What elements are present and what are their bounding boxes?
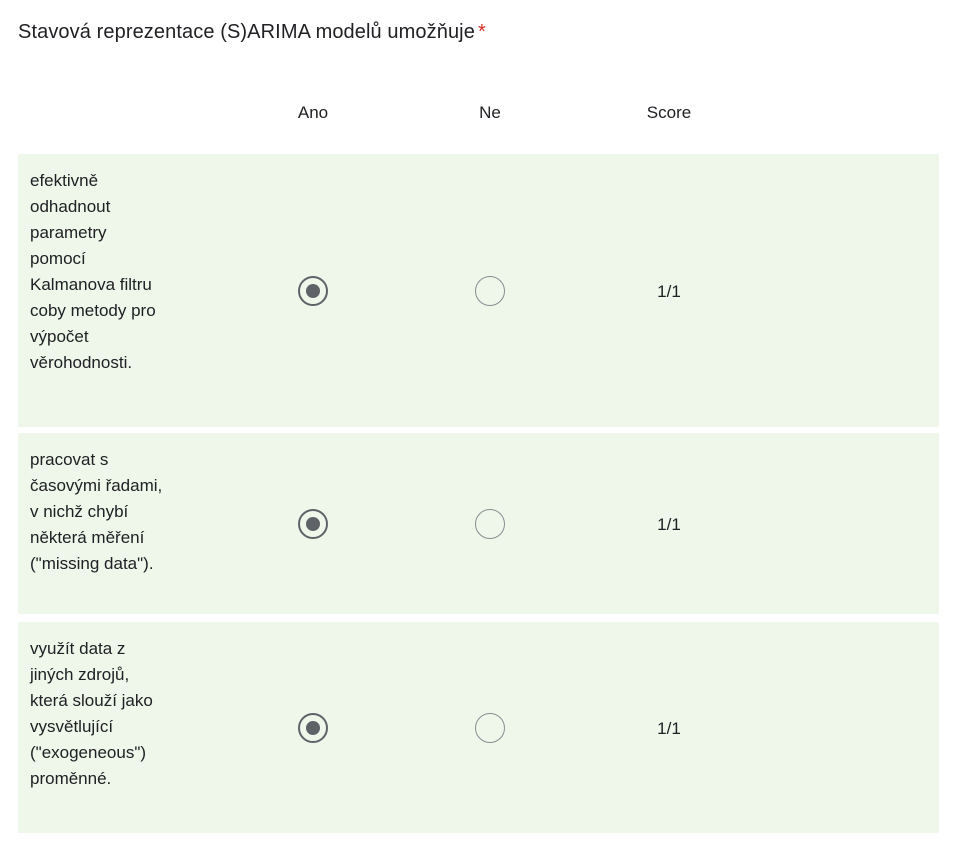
question-text: Stavová reprezentace (S)ARIMA modelů umo…: [18, 21, 475, 43]
row-score: 1/1: [657, 515, 681, 534]
row-score: 1/1: [657, 282, 681, 301]
radio-selected-dot: [306, 284, 320, 298]
radio-ano[interactable]: [298, 509, 328, 539]
column-header-score: Score: [646, 103, 692, 122]
row-label: efektivně odhadnout parametry pomocí Kal…: [30, 171, 156, 372]
radio-ne[interactable]: [475, 713, 505, 743]
grid-row: efektivně odhadnout parametry pomocí Kal…: [18, 154, 939, 427]
column-header-ne: Ne: [479, 103, 501, 122]
radio-ne[interactable]: [475, 509, 505, 539]
grid-row: využít data z jiných zdrojů, která slouž…: [18, 622, 939, 833]
grid-row: pracovat s časovými řadami, v nichž chyb…: [18, 433, 939, 614]
row-score: 1/1: [657, 719, 681, 738]
row-label: využít data z jiných zdrojů, která slouž…: [30, 639, 153, 788]
question-title: Stavová reprezentace (S)ARIMA modelů umo…: [18, 18, 486, 46]
radio-selected-dot: [306, 721, 320, 735]
radio-selected-dot: [306, 517, 320, 531]
column-header-ano: Ano: [297, 103, 329, 122]
required-marker: *: [477, 21, 486, 43]
radio-ne[interactable]: [475, 276, 505, 306]
radio-ano[interactable]: [298, 276, 328, 306]
radio-ano[interactable]: [298, 713, 328, 743]
row-label: pracovat s časovými řadami, v nichž chyb…: [30, 450, 163, 573]
